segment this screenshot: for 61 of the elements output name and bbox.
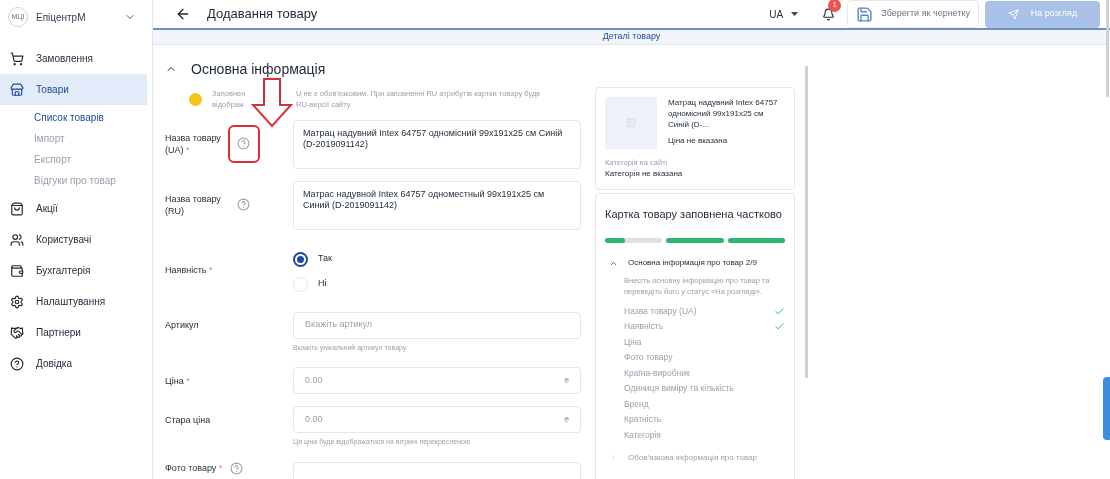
group-title[interactable]: Основна інформація про товар 2/9 (628, 257, 757, 270)
caret-icon (791, 12, 799, 16)
page-title: Додавання товару (207, 5, 319, 24)
notification-badge: 1 (828, 0, 842, 12)
cart-icon (10, 51, 24, 66)
field-label: Ціна * (165, 374, 191, 387)
help-icon[interactable] (237, 137, 250, 150)
field-label: Стара ціна (165, 413, 212, 426)
checklist-item: Країна-виробник (624, 366, 691, 380)
radio-button[interactable] (293, 251, 308, 267)
preview-title: Матрац надувний Intex 64757 одномісний 99x191x25 см Синій (D-... (668, 96, 779, 130)
sidebar-item[interactable]: Користувачі (0, 224, 147, 255)
image-icon (626, 117, 636, 128)
sidebar-item[interactable]: Довідка (0, 348, 147, 379)
progress-title: Картка товару заповнена частково (605, 206, 783, 222)
checklist-item: Кратність (624, 413, 663, 426)
scrollbar[interactable] (1106, 0, 1109, 97)
handshake-icon (10, 325, 24, 340)
sidebar-item[interactable]: Замовлення (0, 43, 147, 74)
send-icon (1007, 8, 1019, 20)
tab[interactable]: Деталі товару (602, 30, 661, 44)
checklist-item: Бренд (624, 397, 650, 411)
side-widget-button[interactable] (1103, 377, 1110, 440)
checklist-item: Наявність (624, 320, 665, 333)
submenu-item[interactable]: Список товарів (0, 107, 152, 128)
settings-icon (10, 294, 24, 309)
checklist-item: Категорія (624, 428, 662, 442)
sidebar-item[interactable]: Товари (0, 74, 147, 105)
bag-icon (10, 201, 24, 216)
annotation-arrow-icon (251, 77, 293, 128)
expand-chevron-icon[interactable] (609, 453, 618, 463)
category-value: Категорія не вказана (605, 167, 684, 180)
sidebar-item[interactable]: Акції (0, 193, 147, 224)
field-label: Артикул (165, 319, 200, 331)
radio-option[interactable]: Ні (293, 276, 333, 292)
preview-price: Ціна не вказана (668, 134, 729, 147)
field-label: Наявність * (165, 264, 213, 275)
checklist-item: Фото товару (624, 351, 674, 364)
help-icon (10, 356, 24, 371)
wallet-icon (10, 263, 24, 278)
users-icon (10, 232, 24, 247)
field-label: Фото товару * (165, 461, 223, 475)
help-icon[interactable] (237, 198, 250, 211)
checklist-item: Назва товару (UA) (624, 304, 698, 318)
bell-icon[interactable] (822, 7, 836, 21)
scrollbar[interactable] (805, 65, 808, 378)
store-icon (10, 82, 24, 97)
field-label: Назва товару (UA) * (165, 131, 222, 156)
radio-option[interactable]: Так (293, 251, 333, 267)
company-name: ЕпіцентрМ (36, 10, 87, 25)
sidebar-item[interactable]: Налаштування (0, 286, 147, 317)
help-icon[interactable] (230, 461, 244, 475)
name-textarea[interactable]: Матрас надувной Intex 64757 одноместный 99x191x25 см Синий (D-2019091142) (293, 180, 581, 230)
checklist-item: Ціна (624, 335, 643, 349)
name-textarea[interactable]: Матрац надувний Intex 64757 одномісний 99x191x25 см Синій (D-2019091142) (293, 119, 581, 169)
sidebar-item[interactable]: Партнери (0, 317, 147, 348)
section-title: Основна інформація (191, 59, 326, 79)
language-dropdown[interactable]: UA (769, 6, 799, 22)
field-label: Назва товару (RU) (165, 192, 222, 217)
sidebar-item[interactable]: Бухгалтерія (0, 255, 147, 286)
checklist-item: Одиниця виміру та кількість (624, 382, 735, 395)
